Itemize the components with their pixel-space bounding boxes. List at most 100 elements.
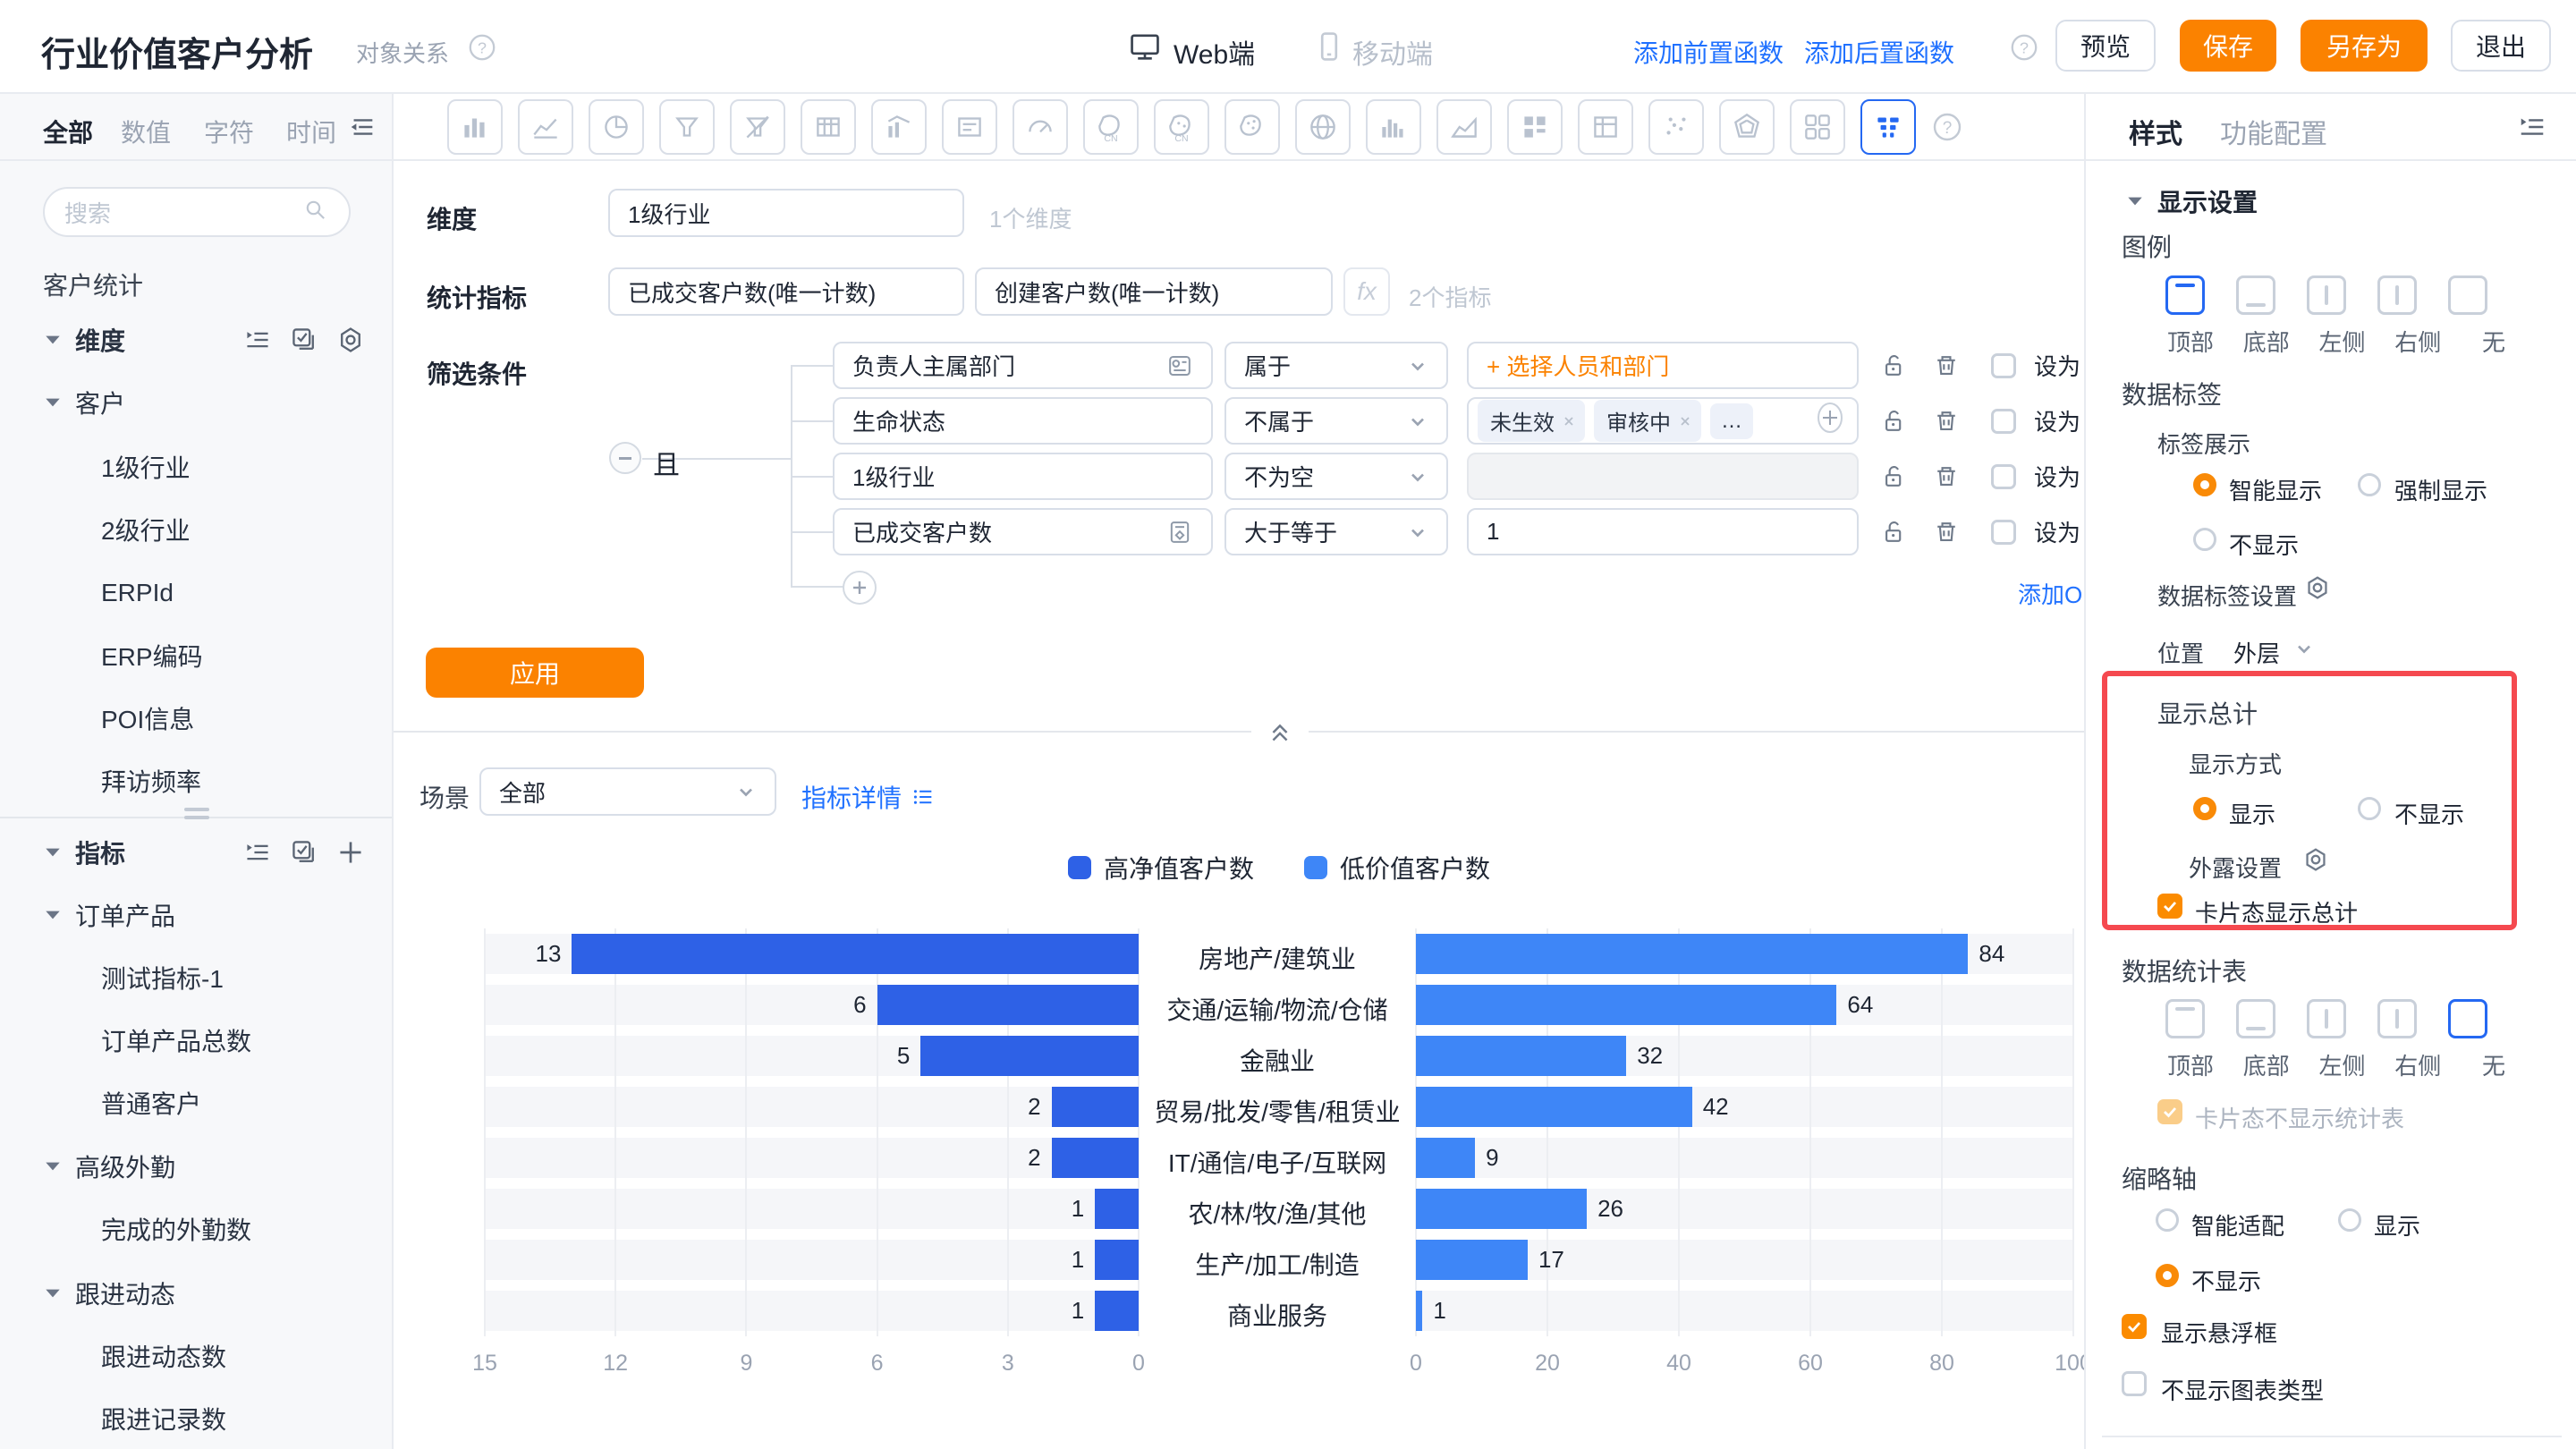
tab-string[interactable]: 字符 — [204, 114, 254, 149]
field-item[interactable]: 订单产品总数 — [101, 1022, 251, 1058]
collapse-config-icon[interactable] — [1251, 715, 1309, 749]
trash-icon[interactable] — [1932, 518, 1961, 547]
pie-chart-icon[interactable] — [589, 99, 644, 155]
display-settings-header[interactable]: 显示设置 — [2125, 183, 2258, 219]
checkbox-card-total[interactable] — [2157, 894, 2182, 919]
apply-button[interactable]: 应用 — [426, 648, 644, 698]
filter-field-2[interactable]: 生命状态 — [833, 397, 1213, 445]
legend-item[interactable]: 低价值客户数 — [1304, 850, 1490, 886]
crosstab-icon[interactable] — [1578, 99, 1633, 155]
stat-pos-top[interactable] — [2165, 999, 2205, 1038]
field-item[interactable]: 拜访频率 — [101, 763, 201, 799]
function-help-icon[interactable]: ? — [2009, 32, 2039, 67]
line-chart-icon[interactable] — [518, 99, 573, 155]
field-item[interactable]: ERP编码 — [101, 638, 203, 674]
checkbox-hover-tooltip[interactable] — [2122, 1314, 2147, 1339]
legend-pos-left[interactable] — [2307, 275, 2346, 315]
metric-pill-2[interactable]: 创建客户数(唯一计数) — [975, 267, 1333, 316]
table-icon[interactable] — [801, 99, 856, 155]
multi-select-icon[interactable] — [290, 326, 318, 354]
radio-total-hide[interactable] — [2358, 797, 2381, 820]
dimension-pill[interactable]: 1级行业 — [608, 189, 964, 237]
tab-time[interactable]: 时间 — [286, 114, 336, 149]
filter-value-2[interactable]: 未生效 审核中 … — [1467, 397, 1859, 445]
world-map-icon[interactable] — [1295, 99, 1351, 155]
filter-op-3[interactable]: 不为空 — [1224, 453, 1448, 500]
value-tag[interactable]: 审核中 — [1594, 400, 1701, 442]
histogram-icon[interactable] — [1366, 99, 1421, 155]
filter-op-2[interactable]: 不属于 — [1224, 397, 1448, 445]
legend-pos-bottom[interactable] — [2236, 275, 2275, 315]
measure-group-field[interactable]: 高级外勤 — [43, 1148, 175, 1184]
more-tags-chip[interactable]: … — [1710, 403, 1753, 439]
divider-drag-handle[interactable] — [184, 808, 209, 819]
add-tag-icon[interactable] — [1812, 400, 1848, 442]
fx-button[interactable]: fx — [1343, 267, 1390, 316]
text-card-icon[interactable] — [942, 99, 997, 155]
filter-op-1[interactable]: 属于 — [1224, 342, 1448, 389]
radio-axis-show[interactable] — [2338, 1208, 2361, 1232]
field-item[interactable]: 2级行业 — [101, 512, 191, 547]
scatter-icon[interactable] — [1648, 99, 1704, 155]
set-as-checkbox[interactable] — [1991, 409, 2016, 434]
dimension-header[interactable]: 维度 — [43, 322, 365, 358]
field-item[interactable]: 普通客户 — [101, 1085, 201, 1121]
scene-select[interactable]: 全部 — [479, 767, 776, 816]
map-label-cn-icon[interactable]: CN — [1154, 99, 1209, 155]
set-as-checkbox[interactable] — [1991, 353, 2016, 378]
trash-icon[interactable] — [1932, 352, 1961, 380]
exit-button[interactable]: 退出 — [2451, 20, 2551, 72]
chart-help-icon[interactable]: ? — [1931, 111, 1963, 143]
stat-pos-bottom[interactable] — [2236, 999, 2275, 1038]
radar-icon[interactable] — [1719, 99, 1775, 155]
set-as-checkbox[interactable] — [1991, 520, 2016, 545]
bar-chart-icon[interactable] — [447, 99, 503, 155]
tab-style[interactable]: 样式 — [2129, 112, 2182, 151]
preview-button[interactable]: 预览 — [2055, 20, 2156, 72]
radio-force-display[interactable] — [2358, 473, 2381, 496]
tab-number[interactable]: 数值 — [121, 114, 171, 149]
collapse-group-icon[interactable] — [609, 442, 641, 474]
area-chart-icon[interactable] — [1436, 99, 1492, 155]
unlock-icon[interactable] — [1880, 462, 1909, 491]
add-post-function-link[interactable]: 添加后置函数 — [1804, 34, 1954, 70]
measure-header[interactable]: 指标 — [43, 835, 365, 870]
funnel-compare-icon[interactable] — [730, 99, 785, 155]
position-value[interactable]: 外层 — [2233, 636, 2280, 669]
search-input[interactable]: 搜索 — [43, 187, 351, 237]
legend-item[interactable]: 高净值客户数 — [1068, 850, 1254, 886]
close-icon[interactable] — [1678, 414, 1692, 428]
measure-group-follow[interactable]: 跟进动态 — [43, 1275, 175, 1311]
unlock-icon[interactable] — [1880, 407, 1909, 436]
dimension-group-customer[interactable]: 客户 — [43, 385, 125, 420]
multi-select-icon[interactable] — [290, 838, 318, 867]
field-item[interactable]: 1级行业 — [101, 449, 191, 485]
tornado-icon[interactable] — [1860, 99, 1916, 155]
object-relation-link[interactable]: 对象关系 — [356, 36, 449, 69]
unlock-icon[interactable] — [1880, 518, 1909, 547]
field-item[interactable]: ERPId — [101, 575, 174, 611]
tab-all[interactable]: 全部 — [43, 114, 93, 149]
collapse-panel-icon[interactable] — [2517, 112, 2547, 147]
checkbox-no-chart-type[interactable] — [2122, 1371, 2147, 1396]
close-icon[interactable] — [1562, 414, 1576, 428]
add-filter-icon[interactable] — [843, 571, 877, 605]
add-or-link[interactable]: 添加OR — [2018, 577, 2084, 610]
and-connector[interactable]: 且 — [653, 443, 680, 482]
field-item[interactable]: POI信息 — [101, 700, 194, 736]
radio-total-show[interactable] — [2193, 797, 2216, 820]
tab-mobile[interactable]: 移动端 — [1352, 32, 1433, 72]
filter-value-1[interactable]: + 选择人员和部门 — [1467, 342, 1859, 389]
matrix-icon[interactable] — [1507, 99, 1563, 155]
gear-icon[interactable] — [2302, 573, 2333, 608]
add-measure-icon[interactable] — [336, 838, 365, 867]
field-item[interactable]: 跟进动态数 — [101, 1338, 226, 1374]
stat-pos-left[interactable] — [2307, 999, 2346, 1038]
gear-icon[interactable] — [2301, 845, 2331, 880]
help-icon[interactable]: ? — [467, 32, 497, 67]
trash-icon[interactable] — [1932, 462, 1961, 491]
map-cn-icon[interactable]: CN — [1083, 99, 1139, 155]
field-item[interactable]: 跟进记录数 — [101, 1401, 226, 1436]
map-dot-icon[interactable] — [1224, 99, 1280, 155]
legend-pos-none[interactable] — [2448, 275, 2487, 315]
